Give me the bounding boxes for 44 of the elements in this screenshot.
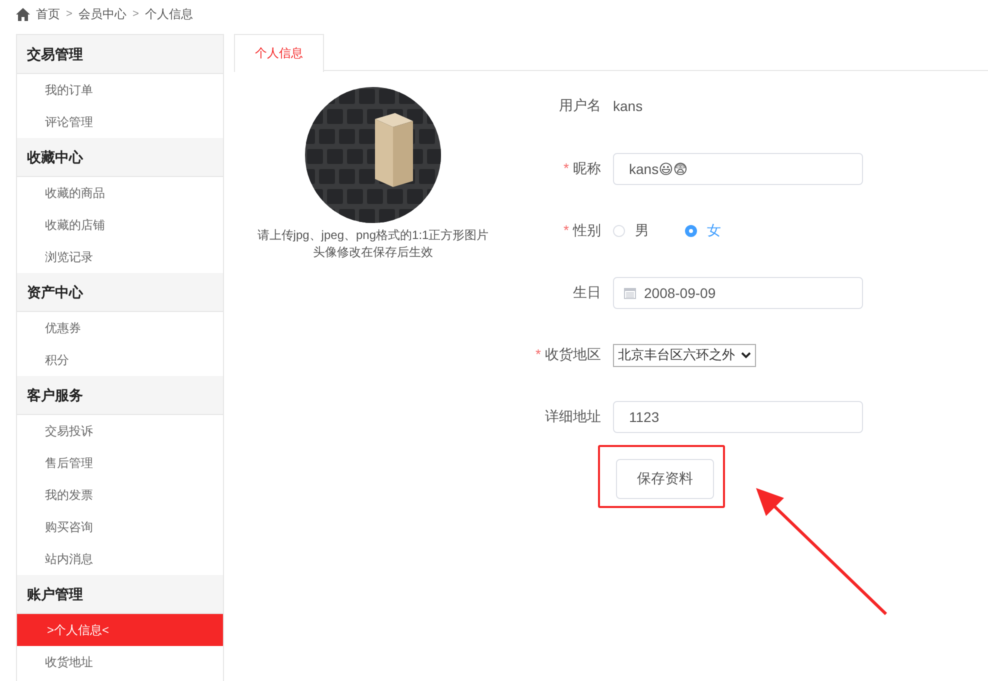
home-icon	[16, 8, 30, 20]
sidebar-heading: 交易管理	[17, 35, 223, 74]
username-value: kans	[613, 98, 643, 114]
sidebar-heading: 资产中心	[17, 273, 223, 312]
breadcrumb-separator: >	[132, 8, 139, 20]
field-label: 生日	[572, 284, 602, 302]
sidebar-item[interactable]: 售后管理	[17, 447, 223, 479]
sidebar-item[interactable]: 评论管理	[17, 106, 223, 138]
breadcrumb-separator: >	[66, 8, 72, 20]
region-select[interactable]: 北京丰台区六环之外	[613, 344, 756, 366]
sidebar-item[interactable]: 站内消息	[17, 543, 223, 575]
date-value: 2008-09-09	[644, 285, 716, 301]
sidebar-item[interactable]: 收货地址	[17, 646, 223, 678]
sidebar-heading: 账户管理	[17, 575, 223, 614]
radio-option[interactable]: 男	[613, 222, 685, 240]
chevron-down-icon	[741, 352, 751, 358]
sidebar-heading: 客户服务	[17, 376, 223, 415]
input-field[interactable]: 1123	[613, 401, 863, 433]
breadcrumb-link[interactable]: 会员中心	[78, 6, 126, 22]
sidebar-item[interactable]: 收藏的店铺	[17, 209, 223, 241]
upload-hint: 头像修改在保存后生效	[313, 244, 433, 261]
sidebar-item[interactable]: >个人信息<	[17, 614, 223, 646]
calendar-icon	[624, 287, 636, 299]
sidebar-item[interactable]: 交易投诉	[17, 415, 223, 447]
sidebar-item[interactable]: 优惠券	[17, 312, 223, 344]
sidebar-heading: 收藏中心	[17, 138, 223, 177]
field-label: * 收货地区	[534, 346, 602, 364]
save-button[interactable]: 保存资料	[616, 459, 714, 499]
field-label: 详细地址	[544, 408, 602, 426]
sidebar-item[interactable]: 浏览记录	[17, 241, 223, 273]
input-field[interactable]: kans😃😨	[613, 153, 863, 185]
sidebar-item[interactable]: 我的发票	[17, 479, 223, 511]
sidebar-item[interactable]: 购买咨询	[17, 511, 223, 543]
field-label: * 性别	[562, 222, 602, 240]
tab[interactable]: 个人信息	[234, 34, 324, 72]
sidebar-item[interactable]: 收藏的商品	[17, 177, 223, 209]
breadcrumb-link[interactable]: 首页	[36, 6, 60, 22]
field-label: 用户名	[558, 97, 602, 115]
sidebar-item[interactable]: 积分	[17, 344, 223, 376]
field-label: * 昵称	[562, 160, 602, 178]
upload-hint: 请上传jpg、jpeg、png格式的1:1正方形图片	[257, 227, 489, 244]
sidebar-item[interactable]: 我的订单	[17, 74, 223, 106]
breadcrumb-link[interactable]: 个人信息	[144, 6, 193, 22]
date-field[interactable]: 2008-09-09	[613, 277, 863, 309]
